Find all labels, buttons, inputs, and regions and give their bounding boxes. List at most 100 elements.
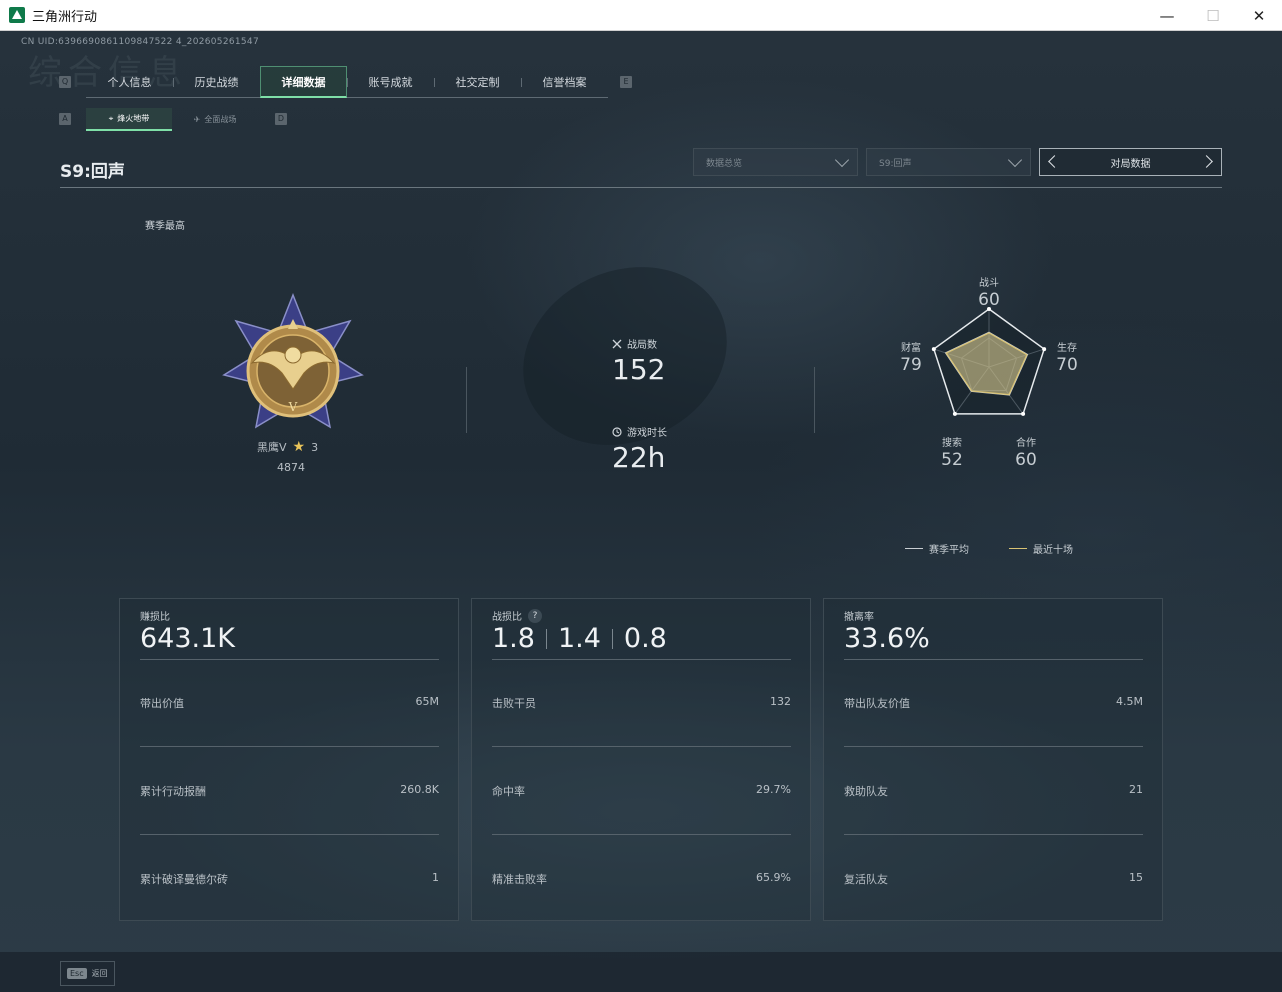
maximize-button[interactable]: ☐ — [1190, 0, 1236, 31]
profit-loss-label: 赚损比 — [140, 612, 170, 623]
extraction-rate-label: 撤离率 — [844, 612, 874, 623]
stat-row: 带出价值 65M — [140, 695, 439, 711]
stat-row-value: 260.8K — [400, 783, 439, 796]
card-divider — [492, 746, 791, 747]
tab-social-custom[interactable]: 社交定制 — [434, 66, 521, 98]
playtime-value: 22h — [612, 441, 666, 474]
radar-combat-label: 战斗 — [979, 278, 999, 289]
chevron-left-icon[interactable] — [1048, 155, 1061, 168]
season-dropdown-value: S9:回声 — [879, 158, 912, 169]
card-divider — [140, 746, 439, 747]
chevron-down-icon — [1007, 152, 1023, 168]
header-divider — [60, 187, 1222, 188]
profit-loss-card: 赚损比 643.1K 带出价值 65M 累计行动报酬 260.8K 累计破译曼德… — [119, 598, 459, 921]
window-title: 三角洲行动 — [32, 9, 98, 25]
legend-season-average-label: 赛季平均 — [929, 545, 969, 556]
rank-name-text: 黑鹰V — [257, 441, 287, 454]
stat-row-label: 救助队友 — [844, 785, 888, 798]
stat-row-value: 29.7% — [756, 783, 791, 796]
star-icon: ★ — [292, 439, 306, 455]
radar-survival-label: 生存 — [1057, 343, 1077, 354]
stat-row-value: 1 — [432, 871, 439, 884]
stat-row-label: 带出价值 — [140, 697, 184, 710]
subtab-extraction-zone[interactable]: ⌖ 烽火地带 — [86, 108, 172, 131]
legend-season-average: 赛季平均 — [905, 541, 969, 556]
stat-row-label: 精准击败率 — [492, 873, 547, 886]
match-data-button[interactable]: 对局数据 — [1039, 148, 1222, 176]
stat-row-label: 击败干员 — [492, 697, 536, 710]
stat-row-label: 累计行动报酬 — [140, 785, 206, 798]
stat-row-value: 15 — [1129, 871, 1143, 884]
kd-ratio-value-3: 0.8 — [623, 623, 667, 654]
radar-search-label: 搜索 — [942, 438, 962, 449]
key-hint-d: D — [275, 113, 287, 125]
subtab-full-battlefield[interactable]: ✈ 全面战场 — [172, 108, 258, 131]
playtime-stat: 游戏时长 22h — [612, 424, 667, 474]
window-titlebar: 三角洲行动 — ☐ ✕ — [0, 0, 1282, 31]
stat-row-value: 132 — [770, 695, 791, 708]
tab-detailed-data[interactable]: 详细数据 — [260, 66, 347, 98]
tab-achievements[interactable]: 账号成就 — [347, 66, 434, 98]
card-divider — [492, 659, 791, 660]
subtab-extraction-zone-label: 烽火地带 — [117, 114, 150, 123]
stat-row: 救助队友 21 — [844, 783, 1143, 799]
kd-ratio-label: 战损比 — [492, 612, 522, 623]
close-button[interactable]: ✕ — [1236, 0, 1282, 31]
kd-ratio-card: 战损比 ? 1.8 1.4 0.8 击败干员 132 命中率 29.7% 精准击… — [471, 598, 811, 921]
stat-row-label: 带出队友价值 — [844, 697, 910, 710]
legend-recent-ten: 最近十场 — [1009, 541, 1073, 556]
rank-score: 4874 — [277, 461, 305, 474]
main-tab-bar: 个人信息 历史战绩 详细数据 账号成就 社交定制 信誉档案 — [86, 66, 608, 98]
extraction-rate-card: 撤离率 33.6% 带出队友价值 4.5M 救助队友 21 复活队友 15 — [823, 598, 1163, 921]
tab-personal-info[interactable]: 个人信息 — [86, 66, 173, 98]
kd-ratio-value-1: 1.8 — [492, 623, 535, 654]
minimize-button[interactable]: — — [1144, 0, 1190, 31]
battlefield-icon: ✈ — [193, 115, 201, 124]
game-view: 综合信息 CN UID:6396690861109847522 4_202605… — [0, 31, 1282, 992]
radar-wealth-value: 79 — [900, 355, 922, 375]
radar-search: 搜索 52 — [927, 434, 977, 470]
stat-row: 复活队友 15 — [844, 871, 1143, 887]
back-button[interactable]: Esc 返回 — [60, 961, 115, 986]
rank-title: 黑鹰V ★ 3 — [257, 439, 318, 455]
radar-combat: 战斗 60 — [964, 274, 1014, 310]
season-best-label: 赛季最高 — [145, 221, 185, 232]
stat-row-label: 复活队友 — [844, 873, 888, 886]
radar-combat-value: 60 — [978, 290, 1000, 310]
chevron-down-icon — [834, 152, 850, 168]
playtime-label: 游戏时长 — [627, 428, 667, 439]
card-divider — [492, 834, 791, 835]
radar-teamwork-label: 合作 — [1016, 438, 1036, 449]
legend-line-average — [905, 548, 923, 549]
svg-text:V: V — [288, 400, 298, 414]
stat-row: 累计破译曼德尔砖 1 — [140, 871, 439, 887]
tab-history-record[interactable]: 历史战绩 — [173, 66, 260, 98]
value-separator — [545, 628, 547, 649]
chevron-right-icon[interactable] — [1200, 155, 1213, 168]
card-divider — [140, 659, 439, 660]
radar-survival-value: 70 — [1056, 355, 1078, 375]
key-hint-e: E — [620, 76, 632, 88]
stat-row: 击败干员 132 — [492, 695, 791, 711]
footer-bar: Esc 返回 — [0, 952, 1282, 992]
data-overview-dropdown[interactable]: 数据总览 — [693, 148, 858, 176]
stat-row-value: 65.9% — [756, 871, 791, 884]
rank-stars-count: 3 — [311, 440, 319, 454]
esc-key-icon: Esc — [67, 968, 87, 979]
radar-search-value: 52 — [941, 450, 963, 470]
season-dropdown[interactable]: S9:回声 — [866, 148, 1031, 176]
key-hint-q: Q — [59, 76, 71, 88]
radar-wealth-label: 财富 — [901, 343, 921, 354]
stat-row: 累计行动报酬 260.8K — [140, 783, 439, 799]
tab-credit-file[interactable]: 信誉档案 — [521, 66, 608, 98]
player-uid: CN UID:6396690861109847522 4_20260526154… — [21, 37, 259, 47]
help-icon[interactable]: ? — [528, 608, 542, 623]
stat-row: 精准击败率 65.9% — [492, 871, 791, 887]
stats-divider — [814, 367, 815, 433]
extraction-zone-icon: ⌖ — [108, 113, 114, 123]
data-overview-dropdown-value: 数据总览 — [706, 158, 743, 169]
mode-subtab-bar: ⌖ 烽火地带 ✈ 全面战场 — [86, 108, 258, 131]
radar-vertex-teamwork — [1021, 411, 1026, 416]
back-label: 返回 — [91, 969, 108, 978]
extraction-rate-value: 33.6% — [844, 623, 930, 654]
